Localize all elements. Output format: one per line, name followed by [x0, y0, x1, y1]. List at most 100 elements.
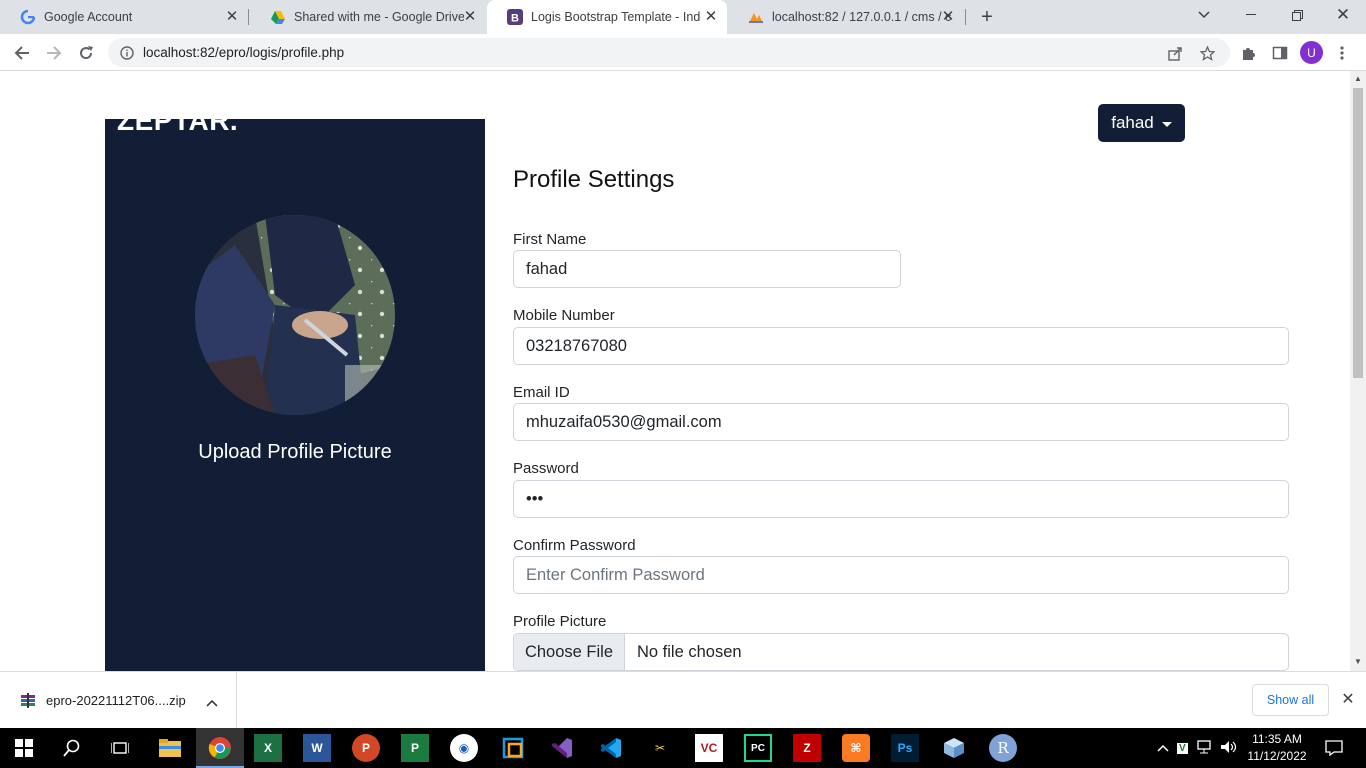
word-icon[interactable]: W: [303, 734, 331, 762]
chrome-icon[interactable]: [206, 734, 234, 762]
tray-chevron-icon[interactable]: [1157, 741, 1169, 755]
task-view-icon[interactable]: [106, 734, 134, 762]
page-scrollbar[interactable]: ▲ ▼: [1350, 71, 1366, 671]
close-icon[interactable]: ✕: [1338, 690, 1358, 710]
profile-picture[interactable]: [195, 215, 395, 415]
photoshop-icon[interactable]: Ps: [891, 734, 919, 762]
notification-icon[interactable]: [1320, 734, 1348, 762]
close-icon[interactable]: ✕: [224, 9, 240, 25]
url-text[interactable]: localhost:82/epro/logis/profile.php: [143, 45, 344, 60]
tools-icon[interactable]: ✂: [646, 734, 674, 762]
page-title: Profile Settings: [513, 166, 675, 193]
search-icon[interactable]: [58, 734, 86, 762]
side-panel-icon[interactable]: [1267, 40, 1293, 66]
phpmyadmin-icon: [748, 9, 764, 25]
tab-logis-bootstrap[interactable]: B Logis Bootstrap Template - Index ✕: [487, 0, 727, 34]
user-menu-dropdown[interactable]: fahad: [1098, 104, 1185, 142]
close-icon[interactable]: ✕: [703, 9, 719, 25]
tab-title: localhost:82 / 127.0.0.1 / cms / ci: [772, 10, 952, 24]
new-tab-icon[interactable]: +: [976, 6, 998, 28]
extensions-puzzle-icon[interactable]: [1235, 40, 1261, 66]
address-bar[interactable]: localhost:82/epro/logis/profile.php: [108, 38, 1230, 67]
visual-studio-icon[interactable]: [548, 734, 576, 762]
show-all-button[interactable]: Show all: [1252, 684, 1329, 716]
forward-arrow-icon[interactable]: [41, 40, 67, 66]
vc-app-icon[interactable]: VC: [695, 734, 723, 762]
close-icon[interactable]: ✕: [462, 9, 478, 25]
tab-title: Logis Bootstrap Template - Index: [531, 10, 701, 24]
clock-date: 11/12/2022: [1247, 749, 1307, 763]
page-viewport: ZEPTAR. Upload Profile Picture fahad Pro…: [0, 71, 1350, 671]
vpn-tray-icon[interactable]: V: [1177, 742, 1188, 754]
bootstrap-icon: B: [507, 9, 523, 25]
reload-icon[interactable]: [73, 40, 99, 66]
tab-phpmyadmin[interactable]: localhost:82 / 127.0.0.1 / cms / ci ✕: [728, 0, 964, 34]
chevron-up-icon[interactable]: [206, 694, 218, 712]
r-language-icon[interactable]: R: [989, 734, 1017, 762]
caret-down-icon: [1161, 121, 1172, 127]
mobile-number-input[interactable]: 03218767080: [513, 327, 1289, 365]
app-circle-icon[interactable]: ◉: [450, 734, 478, 762]
back-arrow-icon[interactable]: [9, 40, 35, 66]
filezilla-icon[interactable]: Z: [793, 734, 821, 762]
system-tray: V: [1157, 728, 1238, 768]
file-status-text: No file chosen: [637, 642, 742, 661]
close-icon[interactable]: ✕: [940, 9, 956, 25]
profile-picture-label: Profile Picture: [513, 613, 607, 630]
xampp-icon[interactable]: ⌘: [842, 734, 870, 762]
share-icon[interactable]: [1166, 44, 1184, 62]
file-explorer-icon[interactable]: [156, 734, 184, 762]
3d-box-icon[interactable]: [940, 734, 968, 762]
bookmark-star-icon[interactable]: [1198, 44, 1216, 62]
tab-google-drive[interactable]: Shared with me - Google Drive ✕: [250, 0, 486, 34]
more-menu-icon[interactable]: [1329, 40, 1355, 66]
tab-divider: [965, 9, 966, 25]
choose-file-button[interactable]: Choose File: [514, 634, 625, 670]
download-file-name: epro-20221112T06....zip: [46, 692, 186, 708]
windows-taskbar: X W P P ◉ ✂ VC PC Z ⌘ Ps R V 11:35 AM 11…: [0, 728, 1366, 768]
tab-divider: [248, 9, 249, 25]
window-close-icon[interactable]: ✕: [1320, 0, 1366, 30]
profile-avatar[interactable]: U: [1300, 41, 1323, 64]
restore-icon[interactable]: [1274, 0, 1320, 30]
mobile-number-label: Mobile Number: [513, 307, 615, 324]
scrollbar-thumb[interactable]: [1353, 88, 1363, 378]
windows-start-icon[interactable]: [10, 734, 38, 762]
tab-search-chevron-icon[interactable]: [1181, 0, 1227, 30]
email-input[interactable]: mhuzaifa0530@gmail.com: [513, 403, 1289, 441]
password-input[interactable]: •••: [513, 480, 1289, 518]
site-info-icon[interactable]: [118, 44, 136, 62]
upload-profile-picture-label[interactable]: Upload Profile Picture: [105, 441, 485, 464]
first-name-input[interactable]: fahad: [513, 250, 901, 288]
virtualbox-icon[interactable]: [499, 734, 527, 762]
profile-sidebar: ZEPTAR. Upload Profile Picture: [105, 105, 485, 671]
first-name-label: First Name: [513, 231, 587, 248]
network-icon[interactable]: [1196, 739, 1212, 757]
tab-title: Google Account: [44, 10, 133, 24]
google-drive-icon: [270, 9, 286, 25]
confirm-password-input[interactable]: Enter Confirm Password: [513, 556, 1289, 594]
minimize-icon[interactable]: [1228, 0, 1274, 30]
svg-text:B: B: [511, 13, 519, 25]
download-shelf: epro-20221112T06....zip Show all ✕: [0, 671, 1366, 728]
download-item[interactable]: epro-20221112T06....zip: [0, 672, 237, 728]
system-clock[interactable]: 11:35 AM 11/12/2022: [1244, 731, 1310, 765]
pycharm-icon[interactable]: PC: [744, 734, 772, 762]
excel-icon[interactable]: X: [254, 734, 282, 762]
zip-file-icon: [20, 692, 36, 708]
tab-google-account[interactable]: Google Account ✕: [0, 0, 248, 34]
scroll-up-icon[interactable]: ▲: [1354, 75, 1362, 83]
vscode-icon[interactable]: [597, 734, 625, 762]
browser-toolbar: localhost:82/epro/logis/profile.php U: [0, 34, 1366, 71]
email-label: Email ID: [513, 384, 570, 401]
user-menu-label: fahad: [1111, 113, 1154, 132]
profile-picture-file-input[interactable]: Choose File No file chosen: [513, 633, 1289, 671]
scroll-down-icon[interactable]: ▼: [1354, 658, 1362, 666]
volume-icon[interactable]: [1220, 740, 1238, 757]
tab-title: Shared with me - Google Drive: [294, 10, 464, 24]
brand-logo[interactable]: ZEPTAR.: [117, 105, 238, 137]
confirm-password-label: Confirm Password: [513, 537, 636, 554]
project-icon[interactable]: P: [401, 734, 429, 762]
powerpoint-icon[interactable]: P: [352, 734, 380, 762]
password-label: Password: [513, 460, 579, 477]
